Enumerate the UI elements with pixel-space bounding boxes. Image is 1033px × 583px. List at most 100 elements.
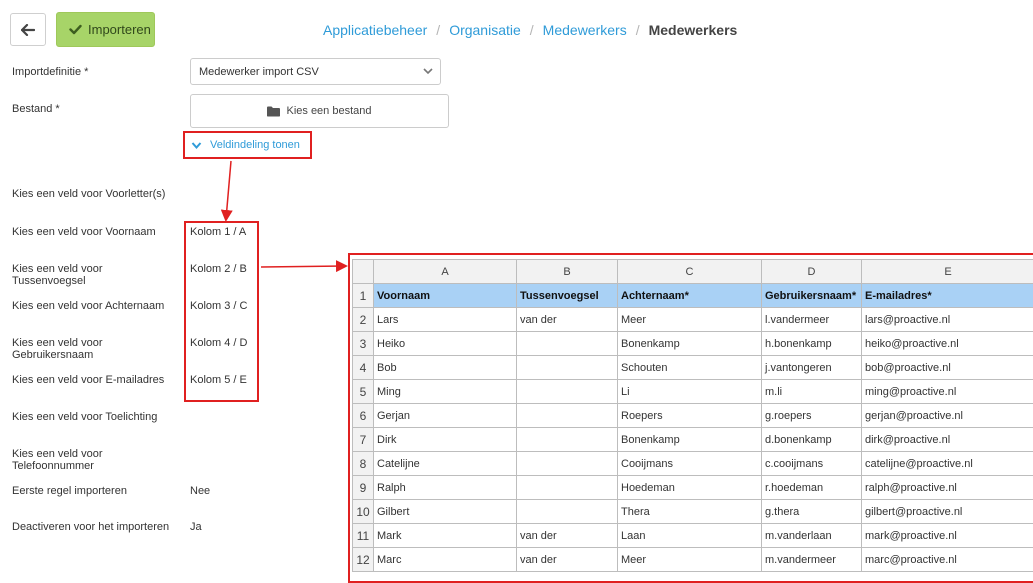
column-header-b[interactable]: B: [517, 260, 618, 284]
table-cell[interactable]: Dirk: [374, 428, 517, 452]
table-cell[interactable]: Schouten: [618, 356, 762, 380]
table-cell[interactable]: marc@proactive.nl: [862, 548, 1033, 572]
table-cell[interactable]: E-mailadres*: [862, 284, 1033, 308]
table-cell[interactable]: m.li: [762, 380, 862, 404]
column-header-d[interactable]: D: [762, 260, 862, 284]
table-cell[interactable]: [517, 332, 618, 356]
veldindeling-toggle[interactable]: Veldindeling tonen: [183, 131, 312, 159]
column-header-c[interactable]: C: [618, 260, 762, 284]
table-cell[interactable]: [517, 476, 618, 500]
field-value-deactiveren[interactable]: Ja: [190, 521, 202, 533]
table-cell[interactable]: [517, 500, 618, 524]
table-cell[interactable]: Cooijmans: [618, 452, 762, 476]
table-row: 12Marcvan derMeerm.vandermeermarc@proact…: [353, 548, 1033, 572]
table-cell[interactable]: Voornaam: [374, 284, 517, 308]
table-cell[interactable]: Ralph: [374, 476, 517, 500]
table-cell[interactable]: Hoedeman: [618, 476, 762, 500]
table-cell[interactable]: van der: [517, 308, 618, 332]
row-number[interactable]: 6: [353, 404, 374, 428]
row-number[interactable]: 3: [353, 332, 374, 356]
choose-file-label: Kies een bestand: [286, 105, 371, 117]
row-number[interactable]: 1: [353, 284, 374, 308]
table-cell[interactable]: gerjan@proactive.nl: [862, 404, 1033, 428]
table-cell[interactable]: Meer: [618, 308, 762, 332]
table-cell[interactable]: m.vandermeer: [762, 548, 862, 572]
table-row: 6Gerjan Roepersg.roepersgerjan@proactive.…: [353, 404, 1033, 428]
table-cell[interactable]: Catelijne: [374, 452, 517, 476]
column-header-e[interactable]: E: [862, 260, 1033, 284]
row-number[interactable]: 9: [353, 476, 374, 500]
table-cell[interactable]: Gilbert: [374, 500, 517, 524]
choose-file-button[interactable]: Kies een bestand: [190, 94, 449, 128]
table-cell[interactable]: mark@proactive.nl: [862, 524, 1033, 548]
table-cell[interactable]: van der: [517, 524, 618, 548]
row-number[interactable]: 4: [353, 356, 374, 380]
table-cell[interactable]: van der: [517, 548, 618, 572]
table-cell[interactable]: Gebruikersnaam*: [762, 284, 862, 308]
folder-icon: [267, 106, 280, 117]
table-cell[interactable]: gilbert@proactive.nl: [862, 500, 1033, 524]
table-cell[interactable]: Bob: [374, 356, 517, 380]
table-cell[interactable]: Tussenvoegsel: [517, 284, 618, 308]
table-cell[interactable]: Roepers: [618, 404, 762, 428]
table-cell[interactable]: r.hoedeman: [762, 476, 862, 500]
breadcrumb-separator: /: [436, 22, 440, 38]
table-cell[interactable]: Achternaam*: [618, 284, 762, 308]
table-cell[interactable]: ralph@proactive.nl: [862, 476, 1033, 500]
breadcrumb-applicatiebeheer[interactable]: Applicatiebeheer: [323, 22, 427, 38]
column-header-a[interactable]: A: [374, 260, 517, 284]
row-number[interactable]: 12: [353, 548, 374, 572]
table-cell[interactable]: Thera: [618, 500, 762, 524]
importdefinitie-select[interactable]: Medewerker import CSV: [190, 58, 441, 85]
field-label-deactiveren: Deactiveren voor het importeren: [12, 521, 182, 533]
table-cell[interactable]: Meer: [618, 548, 762, 572]
grid-corner[interactable]: [353, 260, 374, 284]
row-number[interactable]: 11: [353, 524, 374, 548]
table-cell[interactable]: c.cooijmans: [762, 452, 862, 476]
breadcrumb-medewerkers[interactable]: Medewerkers: [543, 22, 627, 38]
table-cell[interactable]: catelijne@proactive.nl: [862, 452, 1033, 476]
table-cell[interactable]: Heiko: [374, 332, 517, 356]
table-cell[interactable]: bob@proactive.nl: [862, 356, 1033, 380]
breadcrumb-organisatie[interactable]: Organisatie: [449, 22, 521, 38]
table-cell[interactable]: [517, 428, 618, 452]
field-value-eerste-regel[interactable]: Nee: [190, 485, 210, 497]
spreadsheet-grid: A B C D E 1VoornaamTussenvoegselAchterna…: [352, 259, 1033, 572]
table-cell[interactable]: h.bonenkamp: [762, 332, 862, 356]
table-cell[interactable]: lars@proactive.nl: [862, 308, 1033, 332]
table-cell[interactable]: Marc: [374, 548, 517, 572]
table-cell[interactable]: d.bonenkamp: [762, 428, 862, 452]
table-cell[interactable]: ming@proactive.nl: [862, 380, 1033, 404]
import-button[interactable]: Importeren: [56, 12, 155, 47]
row-number[interactable]: 8: [353, 452, 374, 476]
table-cell[interactable]: Mark: [374, 524, 517, 548]
table-cell[interactable]: m.vanderlaan: [762, 524, 862, 548]
table-cell[interactable]: dirk@proactive.nl: [862, 428, 1033, 452]
table-cell[interactable]: g.roepers: [762, 404, 862, 428]
breadcrumb-current: Medewerkers: [649, 22, 738, 38]
back-button[interactable]: [10, 13, 46, 46]
table-cell[interactable]: Laan: [618, 524, 762, 548]
field-label-toelichting: Kies een veld voor Toelichting: [12, 411, 182, 423]
table-cell[interactable]: Ming: [374, 380, 517, 404]
table-cell[interactable]: [517, 356, 618, 380]
table-row: 9Ralph Hoedemanr.hoedemanralph@proactive.…: [353, 476, 1033, 500]
table-cell[interactable]: g.thera: [762, 500, 862, 524]
arrow-left-icon: [21, 24, 35, 36]
table-cell[interactable]: Bonenkamp: [618, 332, 762, 356]
table-cell[interactable]: [517, 452, 618, 476]
row-number[interactable]: 7: [353, 428, 374, 452]
row-number[interactable]: 5: [353, 380, 374, 404]
table-cell[interactable]: j.vantongeren: [762, 356, 862, 380]
table-cell[interactable]: Li: [618, 380, 762, 404]
table-cell[interactable]: Lars: [374, 308, 517, 332]
table-cell[interactable]: Bonenkamp: [618, 428, 762, 452]
row-number[interactable]: 10: [353, 500, 374, 524]
row-number[interactable]: 2: [353, 308, 374, 332]
table-cell[interactable]: [517, 380, 618, 404]
table-cell[interactable]: heiko@proactive.nl: [862, 332, 1033, 356]
table-cell[interactable]: [517, 404, 618, 428]
table-row: 2Larsvan derMeerl.vandermeerlars@proacti…: [353, 308, 1033, 332]
table-cell[interactable]: Gerjan: [374, 404, 517, 428]
table-cell[interactable]: l.vandermeer: [762, 308, 862, 332]
